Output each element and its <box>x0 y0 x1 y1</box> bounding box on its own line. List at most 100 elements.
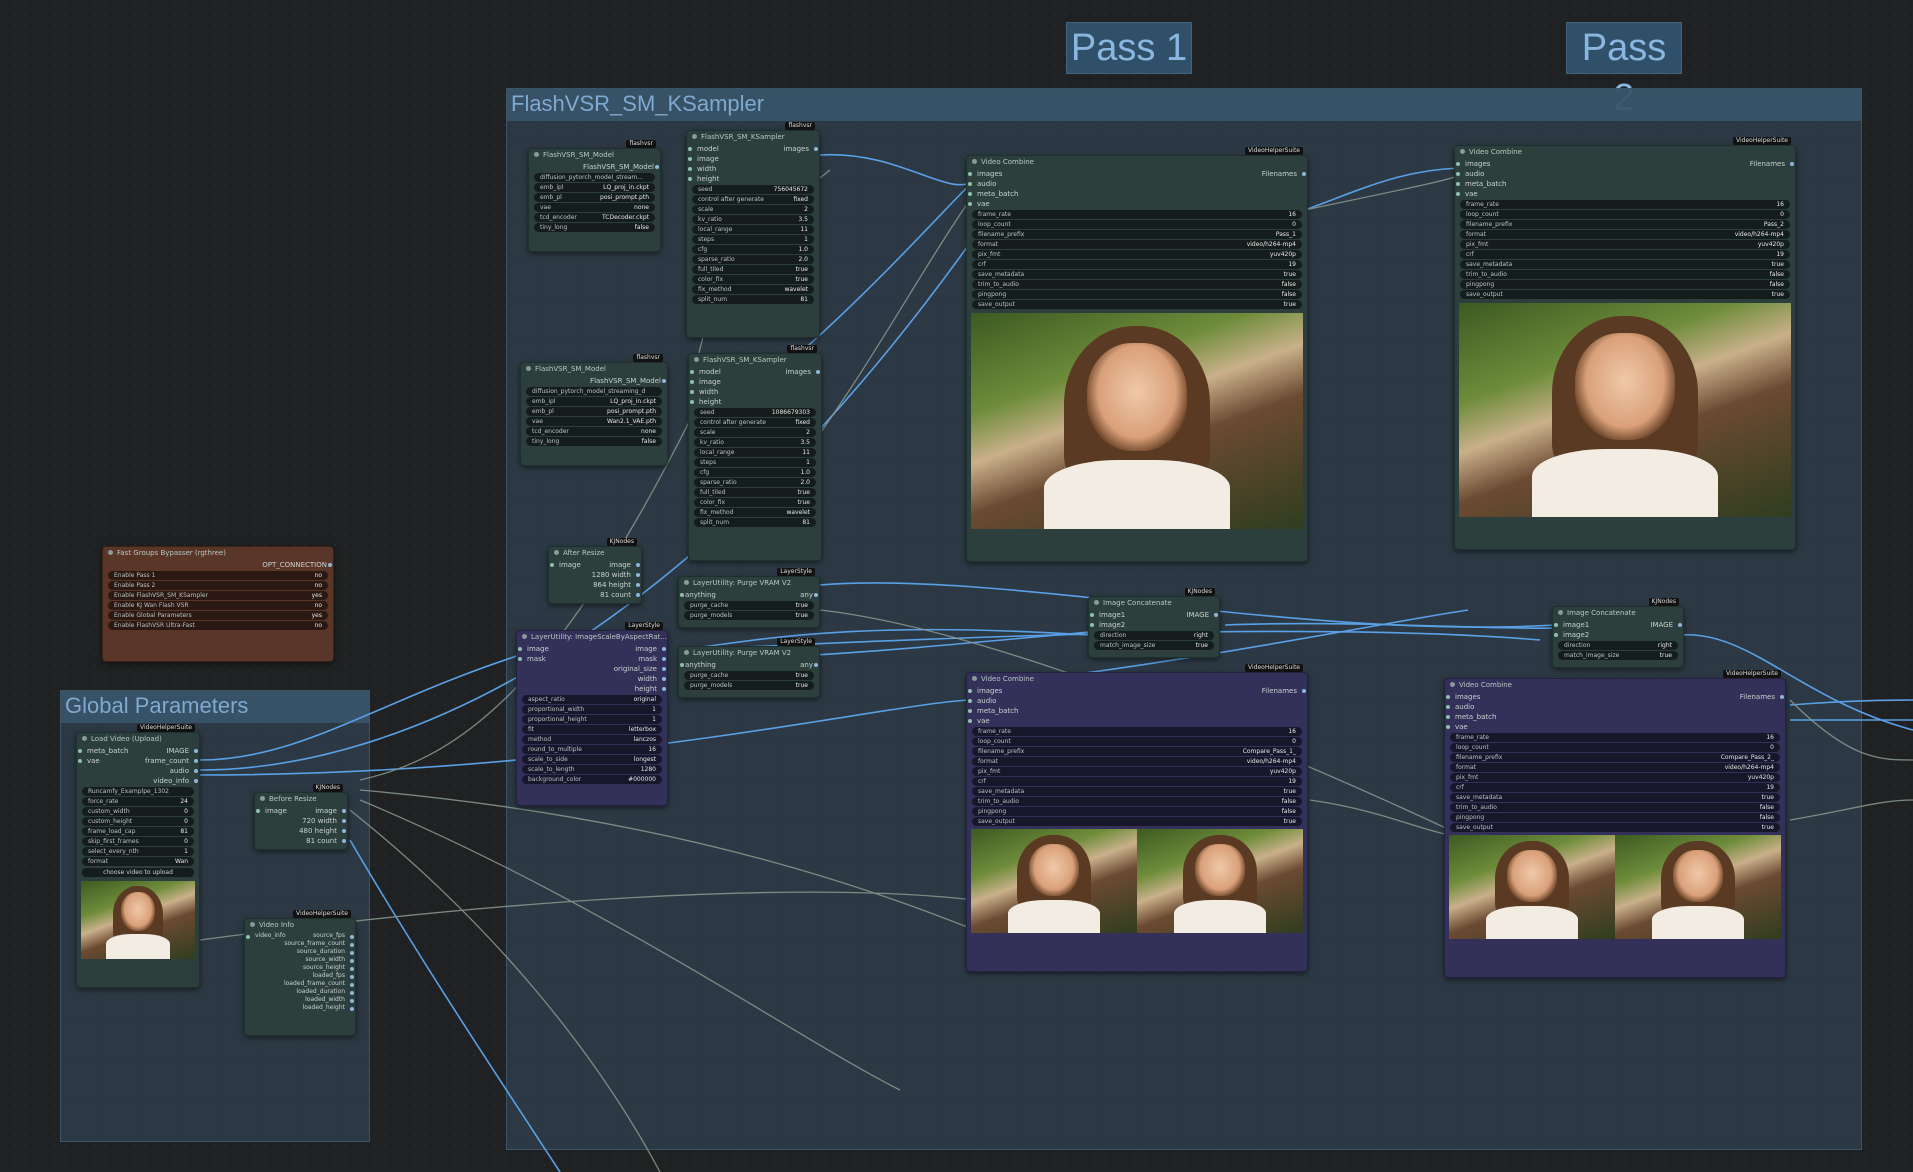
collapse-dot-icon[interactable] <box>1094 600 1099 605</box>
node-title[interactable]: FlashVSR_SM_KSampler <box>689 354 821 367</box>
node-widget[interactable]: frame_rate 16 <box>1450 733 1780 742</box>
node-title[interactable]: LayerUtility: Purge VRAM V2 <box>679 577 819 590</box>
node-widget[interactable]: method lanczos <box>522 735 662 744</box>
node-widget[interactable]: format video/h264-mp4 <box>972 757 1302 766</box>
io-port[interactable]: mask mask <box>517 654 667 664</box>
fast-groups-bypasser-node[interactable]: Fast Groups Bypasser (rgthree) OPT_CONNE… <box>102 546 334 662</box>
node-widget[interactable]: trim_to_audio false <box>972 280 1302 289</box>
input-port[interactable]: audio <box>967 696 1307 706</box>
node-widget[interactable]: color_fix true <box>694 498 816 507</box>
node-widget[interactable]: save_output true <box>972 817 1302 826</box>
io-port[interactable]: source_duration <box>245 948 355 956</box>
node-widget[interactable]: tcd_encoder none <box>526 427 662 436</box>
node-widget[interactable]: vae none <box>534 203 655 212</box>
input-port[interactable]: images Filenames <box>967 169 1307 179</box>
node-widget[interactable]: scale 2 <box>694 428 816 437</box>
node-widget[interactable]: loop_count 0 <box>1450 743 1780 752</box>
input-port[interactable]: image2 <box>1089 620 1219 630</box>
video-preview-image[interactable] <box>81 881 195 959</box>
collapse-dot-icon[interactable] <box>526 366 531 371</box>
node-widget[interactable]: proportional_height 1 <box>522 715 662 724</box>
node-widget[interactable]: Enable Pass 2 no <box>108 581 328 590</box>
io-port[interactable]: image image <box>255 806 347 816</box>
node-title[interactable]: Video Combine <box>1455 146 1795 159</box>
node-widget[interactable]: tiny_long false <box>526 437 662 446</box>
collapse-dot-icon[interactable] <box>972 676 977 681</box>
collapse-dot-icon[interactable] <box>1460 149 1465 154</box>
flashvsr-model-node-1[interactable]: flashvsr FlashVSR_SM_Model FlashVSR_SM_M… <box>528 140 661 252</box>
node-widget[interactable]: frame_rate 16 <box>972 727 1302 736</box>
io-port[interactable]: source_frame_count <box>245 940 355 948</box>
node-widget[interactable]: pix_fmt yuv420p <box>1460 240 1790 249</box>
group-title[interactable]: Global Parameters <box>61 691 369 723</box>
node-widget[interactable]: format video/h264-mp4 <box>972 240 1302 249</box>
input-port[interactable]: vae <box>967 199 1307 209</box>
collapse-dot-icon[interactable] <box>250 922 255 927</box>
video-combine-node-4[interactable]: VideoHelperSuite Video Combine images Fil… <box>1444 670 1786 978</box>
io-port[interactable]: image image <box>549 560 641 570</box>
input-port[interactable]: image <box>687 154 819 164</box>
input-port[interactable]: height <box>689 397 821 407</box>
io-port[interactable]: loaded_duration <box>245 988 355 996</box>
io-port[interactable]: loaded_frame_count <box>245 980 355 988</box>
collapse-dot-icon[interactable] <box>684 650 689 655</box>
node-widget[interactable]: control after generate fixed <box>692 195 814 204</box>
node-widget[interactable]: scale_to_side longest <box>522 755 662 764</box>
input-port[interactable]: meta_batch <box>1455 179 1795 189</box>
io-port[interactable]: video_info <box>77 776 199 786</box>
node-widget[interactable]: purge_cache true <box>684 671 814 680</box>
input-port[interactable]: meta_batch <box>967 189 1307 199</box>
io-port[interactable]: image image <box>517 644 667 654</box>
node-widget[interactable]: direction right <box>1094 631 1214 640</box>
input-port[interactable]: images Filenames <box>1455 159 1795 169</box>
node-widget[interactable]: custom_height 0 <box>82 817 194 826</box>
input-port[interactable]: model images <box>687 144 819 154</box>
node-widget[interactable]: cfg 1.0 <box>692 245 814 254</box>
node-widget[interactable]: fix_method wavelet <box>694 508 816 517</box>
purge-vram-node-2[interactable]: LayerStyle LayerUtility: Purge VRAM V2 a… <box>678 638 820 698</box>
node-widget[interactable]: select_every_nth 1 <box>82 847 194 856</box>
io-port[interactable]: video_info source_fps <box>245 932 355 940</box>
node-widget[interactable]: custom_width 0 <box>82 807 194 816</box>
node-widget[interactable]: trim_to_audio false <box>972 797 1302 806</box>
node-widget[interactable]: purge_models true <box>684 611 814 620</box>
collapse-dot-icon[interactable] <box>522 634 527 639</box>
node-widget[interactable]: crf 19 <box>972 260 1302 269</box>
node-title[interactable]: FlashVSR_SM_Model <box>529 149 660 162</box>
input-port[interactable]: meta_batch <box>967 706 1307 716</box>
purge-vram-node-1[interactable]: LayerStyle LayerUtility: Purge VRAM V2 a… <box>678 568 820 628</box>
node-widget[interactable]: pingpong false <box>972 807 1302 816</box>
node-widget[interactable]: emb_pl posi_prompt.pth <box>526 407 662 416</box>
node-widget[interactable]: save_output true <box>972 300 1302 309</box>
video-preview-image[interactable] <box>1459 303 1791 517</box>
flashvsr-ksampler-node-2[interactable]: flashvsr FlashVSR_SM_KSampler model image… <box>688 345 822 561</box>
node-title[interactable]: Video Combine <box>967 673 1307 686</box>
node-widget[interactable]: sparse_ratio 2.0 <box>692 255 814 264</box>
node-widget[interactable]: pix_fmt yuv420p <box>972 767 1302 776</box>
io-port[interactable]: audio <box>77 766 199 776</box>
input-port[interactable]: images Filenames <box>1445 692 1785 702</box>
input-port[interactable]: width <box>689 387 821 397</box>
node-title[interactable]: Video Combine <box>1445 679 1785 692</box>
image-scale-by-aspect-ratio-node[interactable]: LayerStyle LayerUtility: ImageScaleByAsp… <box>516 622 668 806</box>
node-widget[interactable]: Enable FlashVSR Ultra-Fast no <box>108 621 328 630</box>
input-port[interactable]: image2 <box>1553 630 1683 640</box>
input-port[interactable]: model images <box>689 367 821 377</box>
node-widget[interactable]: proportional_width 1 <box>522 705 662 714</box>
node-widget[interactable]: sparse_ratio 2.0 <box>694 478 816 487</box>
node-widget[interactable]: emb_ipl LQ_proj_in.ckpt <box>526 397 662 406</box>
input-port[interactable]: image <box>689 377 821 387</box>
node-widget[interactable]: save_output true <box>1460 290 1790 299</box>
node-widget[interactable]: pix_fmt yuv420p <box>972 250 1302 259</box>
node-widget[interactable]: purge_cache true <box>684 601 814 610</box>
image-concatenate-node-2[interactable]: KJNodes Image Concatenate image1 IMAGE ima… <box>1552 598 1684 668</box>
node-widget[interactable]: Enable KJ Wan Flash VSR no <box>108 601 328 610</box>
io-port[interactable]: 864 height <box>549 580 641 590</box>
node-widget[interactable]: frame_load_cap 81 <box>82 827 194 836</box>
node-widget[interactable]: crf 19 <box>1460 250 1790 259</box>
node-title[interactable]: Fast Groups Bypasser (rgthree) <box>103 547 333 560</box>
node-widget[interactable]: tiny_long false <box>534 223 655 232</box>
node-widget[interactable]: filename_prefix Compare_Pass_2_ <box>1450 753 1780 762</box>
node-widget[interactable]: Enable Pass 1 no <box>108 571 328 580</box>
node-widget[interactable]: save_metadata true <box>1450 793 1780 802</box>
